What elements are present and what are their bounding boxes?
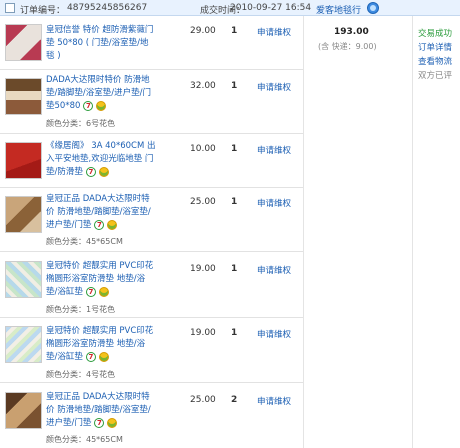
item-price: 32.00 <box>190 81 216 91</box>
item-quantity: 1 <box>231 144 238 154</box>
order-select-checkbox[interactable] <box>5 3 15 13</box>
item-attribute: 颜色分类：6号花色 <box>46 119 116 128</box>
item-quantity: 1 <box>231 81 238 91</box>
item-quantity: 1 <box>231 328 238 338</box>
item-title-link[interactable]: 皇冠特价 超靓实用 PVC印花椭圆形浴室防滑垫 地垫/浴垫/浴缸垫 7 <box>46 325 156 364</box>
item-price: 25.00 <box>190 395 216 405</box>
request-refund-link[interactable]: 申请维权 <box>257 26 291 38</box>
request-refund-link[interactable]: 申请维权 <box>257 144 291 156</box>
quality-medal-icon <box>98 286 109 297</box>
seller-link[interactable]: 爱客地毯行 <box>316 3 361 16</box>
order-number-label: 订单编号： <box>20 6 66 16</box>
item-thumbnail[interactable] <box>5 78 42 115</box>
quality-medal-icon <box>107 417 118 428</box>
item-title-link[interactable]: 皇冠正品 DADA大达限时特价 防滑地垫/踏脚垫/浴室垫/进户垫/门垫 7 <box>46 193 156 232</box>
seven-day-return-icon: 7 <box>94 219 105 230</box>
column-divider-items <box>303 16 304 448</box>
item-quantity: 1 <box>231 264 238 274</box>
order-number: 48795245856267 <box>67 3 148 13</box>
order-item-row: 《缘居阁》 3A 40*60CM 出入平安地垫,欢迎光临地垫 门垫/防滑垫 7 1… <box>0 134 303 188</box>
item-attribute: 颜色分类：1号花色 <box>46 305 116 314</box>
request-refund-link[interactable]: 申请维权 <box>257 328 291 340</box>
item-attribute: 颜色分类：45*65CM <box>46 435 123 444</box>
item-title-link[interactable]: 皇冠特价 超靓实用 PVC印花椭圆形浴室防滑垫 地垫/浴垫/浴缸垫 7 <box>46 260 156 299</box>
request-refund-link[interactable]: 申请维权 <box>257 81 291 93</box>
order-time: 2010-09-27 16:54 <box>230 3 312 13</box>
item-thumbnail[interactable] <box>5 24 42 61</box>
seven-day-return-icon: 7 <box>85 351 96 362</box>
trade-status: 交易成功 <box>418 29 453 39</box>
item-price: 29.00 <box>190 26 216 36</box>
item-quantity: 2 <box>231 395 238 405</box>
item-attribute: 颜色分类：4号花色 <box>46 370 116 379</box>
request-refund-link[interactable]: 申请维权 <box>257 395 291 407</box>
item-thumbnail[interactable] <box>5 261 42 298</box>
item-price: 25.00 <box>190 197 216 207</box>
seven-day-return-icon: 7 <box>85 166 96 177</box>
view-logistics-link[interactable]: 查看物流 <box>418 55 452 67</box>
quality-medal-icon <box>98 166 109 177</box>
item-thumbnail[interactable] <box>5 142 42 179</box>
item-quantity: 1 <box>231 26 238 36</box>
item-price: 19.00 <box>190 264 216 274</box>
seven-day-return-icon: 7 <box>83 100 94 111</box>
item-attribute: 颜色分类：45*65CM <box>46 237 123 246</box>
order-item-row: 皇冠正品 DADA大达限时特价 防滑地垫/踏脚垫/浴室垫/进户垫/门垫 7 颜色分… <box>0 188 303 252</box>
item-thumbnail[interactable] <box>5 196 42 233</box>
item-title-link[interactable]: DADA大达限时特价 防滑地垫/踏脚垫/浴室垫/进户垫/门垫50*80 7 <box>46 74 156 113</box>
order-item-row: DADA大达限时特价 防滑地垫/踏脚垫/浴室垫/进户垫/门垫50*80 7 颜色分… <box>0 70 303 134</box>
seven-day-return-icon: 7 <box>94 417 105 428</box>
order-header: 订单编号： 48795245856267 成交时间： 2010-09-27 16… <box>0 0 460 16</box>
wangwang-chat-icon[interactable] <box>367 2 379 14</box>
column-divider-total <box>412 16 413 448</box>
item-thumbnail[interactable] <box>5 326 42 363</box>
order-details-link[interactable]: 订单详情 <box>418 41 452 53</box>
item-quantity: 1 <box>231 197 238 207</box>
order-total: 193.00 <box>334 27 369 37</box>
item-price: 10.00 <box>190 144 216 154</box>
request-refund-link[interactable]: 申请维权 <box>257 264 291 276</box>
order-item-row: 皇冠特价 超靓实用 PVC印花椭圆形浴室防滑垫 地垫/浴垫/浴缸垫 7 颜色分类：… <box>0 318 303 383</box>
item-title-link[interactable]: 皇冠信誉 特价 超防滑紫薇门垫 50*80 ( 门垫/浴室垫/地毯 ) <box>46 24 156 63</box>
order-item-row: 皇冠正品 DADA大达限时特价 防滑地垫/踏脚垫/浴室垫/进户垫/门垫 7 颜色分… <box>0 383 303 448</box>
quality-medal-icon <box>96 100 107 111</box>
seven-day-return-icon: 7 <box>85 286 96 297</box>
order-item-row: 皇冠信誉 特价 超防滑紫薇门垫 50*80 ( 门垫/浴室垫/地毯 ) 29.0… <box>0 16 303 70</box>
item-title-link[interactable]: 《缘居阁》 3A 40*60CM 出入平安地垫,欢迎光临地垫 门垫/防滑垫 7 <box>46 140 156 179</box>
review-status: 双方已评 <box>418 71 453 81</box>
shipping-fee: (含 快递：9.00) <box>318 42 377 51</box>
item-thumbnail[interactable] <box>5 392 42 429</box>
quality-medal-icon <box>107 219 118 230</box>
request-refund-link[interactable]: 申请维权 <box>257 197 291 209</box>
order-item-row: 皇冠特价 超靓实用 PVC印花椭圆形浴室防滑垫 地垫/浴垫/浴缸垫 7 颜色分类：… <box>0 252 303 318</box>
item-price: 19.00 <box>190 328 216 338</box>
item-title-link[interactable]: 皇冠正品 DADA大达限时特价 防滑地垫/踏脚垫/浴室垫/进户垫/门垫 7 <box>46 391 156 430</box>
quality-medal-icon <box>98 351 109 362</box>
